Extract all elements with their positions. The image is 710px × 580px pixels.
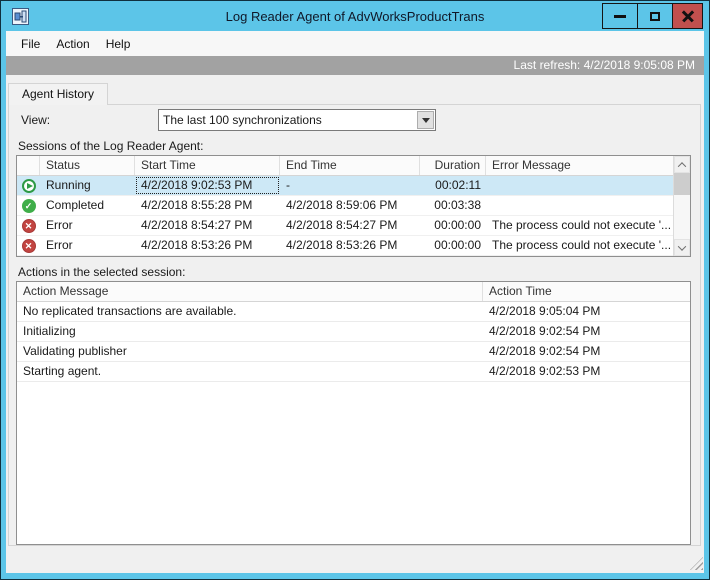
end-time-cell: 4/2/2018 8:53:26 PM xyxy=(286,238,398,252)
actions-header: Action Message Action Time xyxy=(17,282,690,302)
column-header-end-time[interactable]: End Time xyxy=(280,156,420,175)
status-icon-cell: ✕ xyxy=(17,216,40,235)
action-time-cell: 4/2/2018 9:02:53 PM xyxy=(489,364,601,378)
menu-file[interactable]: File xyxy=(13,33,48,55)
action-message-cell: No replicated transactions are available… xyxy=(23,304,237,318)
tab-agent-history[interactable]: Agent History xyxy=(8,83,109,105)
last-refresh-bar: Last refresh: 4/2/2018 9:05:08 PM xyxy=(6,56,704,75)
duration-cell: 00:00:00 xyxy=(434,218,481,232)
menu-bar: File Action Help xyxy=(6,31,704,56)
view-row: View: The last 100 synchronizations xyxy=(16,109,691,131)
action-row[interactable]: No replicated transactions are available… xyxy=(17,302,690,322)
session-row[interactable]: ✓ Completed 4/2/2018 8:55:28 PM 4/2/2018 8:… xyxy=(17,196,673,216)
agent-history-panel: View: The last 100 synchronizations Sess… xyxy=(8,104,701,546)
start-time-cell: 4/2/2018 9:02:53 PM xyxy=(135,176,280,195)
title-bar[interactable]: Log Reader Agent of AdvWorksProductTrans xyxy=(1,1,709,31)
error-status-icon: ✕ xyxy=(21,238,36,253)
completed-status-icon: ✓ xyxy=(21,198,36,213)
combobox-dropdown-button[interactable] xyxy=(417,111,434,129)
menu-help[interactable]: Help xyxy=(98,33,139,55)
actions-table-main: Action Message Action Time No replicated… xyxy=(17,282,690,544)
resize-grip-icon[interactable] xyxy=(690,557,703,570)
start-time-cell: 4/2/2018 8:54:27 PM xyxy=(141,218,253,232)
action-row[interactable]: Starting agent. 4/2/2018 9:02:53 PM xyxy=(17,362,690,382)
action-message-cell: Initializing xyxy=(23,324,76,338)
view-combobox-value: The last 100 synchronizations xyxy=(163,113,322,127)
sessions-header: Status Start Time End Time Duration Erro… xyxy=(17,156,673,176)
column-header-error-message[interactable]: Error Message xyxy=(486,156,673,175)
action-time-cell: 4/2/2018 9:02:54 PM xyxy=(489,324,601,338)
running-status-icon xyxy=(21,178,36,193)
sessions-label: Sessions of the Log Reader Agent: xyxy=(18,139,204,153)
action-time-cell: 4/2/2018 9:05:04 PM xyxy=(489,304,601,318)
action-message-cell: Starting agent. xyxy=(23,364,102,378)
end-time-cell: 4/2/2018 8:54:27 PM xyxy=(286,218,398,232)
status-cell: Running xyxy=(46,178,91,192)
error-message-cell: The process could not execute '... xyxy=(492,218,672,232)
chevron-down-icon xyxy=(421,117,430,123)
column-header-duration[interactable]: Duration xyxy=(420,156,486,175)
status-cell: Error xyxy=(46,238,73,252)
status-icon-cell: ✕ xyxy=(17,236,40,255)
maximize-icon xyxy=(650,11,660,21)
status-icon-cell: ✓ xyxy=(17,196,40,215)
end-time-cell: - xyxy=(286,178,290,192)
close-icon xyxy=(682,10,694,22)
action-row[interactable]: Validating publisher 4/2/2018 9:02:54 PM xyxy=(17,342,690,362)
menu-action[interactable]: Action xyxy=(48,33,97,55)
log-reader-agent-window: Log Reader Agent of AdvWorksProductTrans… xyxy=(0,0,710,580)
view-combobox[interactable]: The last 100 synchronizations xyxy=(158,109,436,131)
actions-rows: No replicated transactions are available… xyxy=(17,302,690,382)
end-time-cell: 4/2/2018 8:59:06 PM xyxy=(286,198,398,212)
duration-cell: 00:00:00 xyxy=(434,238,481,252)
sessions-rows: Running 4/2/2018 9:02:53 PM - 00:02:11 ✓ Comp… xyxy=(17,176,673,256)
status-cell: Error xyxy=(46,218,73,232)
scroll-up-button[interactable] xyxy=(674,156,690,173)
action-time-cell: 4/2/2018 9:02:54 PM xyxy=(489,344,601,358)
actions-label: Actions in the selected session: xyxy=(18,265,186,279)
sessions-table-main: Status Start Time End Time Duration Erro… xyxy=(17,156,673,256)
view-label: View: xyxy=(21,113,51,127)
window-controls xyxy=(602,3,703,29)
sessions-table: Status Start Time End Time Duration Erro… xyxy=(16,155,691,257)
maximize-button[interactable] xyxy=(637,3,673,29)
column-header-icon[interactable] xyxy=(17,156,40,175)
tab-strip: Agent History xyxy=(8,82,704,105)
actions-table: Action Message Action Time No replicated… xyxy=(16,281,691,545)
window-icon xyxy=(12,7,29,25)
status-cell: Completed xyxy=(46,198,105,212)
client-area: File Action Help Last refresh: 4/2/2018 … xyxy=(6,31,704,573)
scrollbar-thumb[interactable] xyxy=(674,173,690,195)
scrollbar-track[interactable] xyxy=(674,195,690,239)
column-header-status[interactable]: Status xyxy=(40,156,135,175)
scroll-down-button[interactable] xyxy=(674,239,690,256)
error-message-cell: The process could not execute '... xyxy=(492,238,672,252)
chevron-down-icon xyxy=(677,241,687,251)
duration-cell: 00:03:38 xyxy=(434,198,481,212)
action-row[interactable]: Initializing 4/2/2018 9:02:54 PM xyxy=(17,322,690,342)
status-icon-cell xyxy=(17,176,40,195)
minimize-icon xyxy=(614,14,626,18)
column-header-action-time[interactable]: Action Time xyxy=(483,282,690,301)
close-button[interactable] xyxy=(672,3,703,29)
minimize-button[interactable] xyxy=(602,3,638,29)
session-row[interactable]: ✕ Error 4/2/2018 8:53:26 PM 4/2/2018 8:53:2… xyxy=(17,236,673,256)
content-area: Agent History View: The last 100 synchro… xyxy=(6,75,704,573)
start-time-cell: 4/2/2018 8:53:26 PM xyxy=(141,238,253,252)
error-message-cell xyxy=(486,176,673,195)
error-message-cell xyxy=(486,196,673,215)
column-header-action-message[interactable]: Action Message xyxy=(17,282,483,301)
status-bar xyxy=(6,546,704,573)
session-row[interactable]: ✕ Error 4/2/2018 8:54:27 PM 4/2/2018 8:54:2… xyxy=(17,216,673,236)
start-time-cell: 4/2/2018 8:55:28 PM xyxy=(141,198,253,212)
duration-cell: 00:02:11 xyxy=(435,178,481,192)
sessions-scrollbar[interactable] xyxy=(673,156,690,256)
error-status-icon: ✕ xyxy=(21,218,36,233)
column-header-start-time[interactable]: Start Time xyxy=(135,156,280,175)
session-row[interactable]: Running 4/2/2018 9:02:53 PM - 00:02:11 xyxy=(17,176,673,196)
chevron-up-icon xyxy=(677,161,687,171)
action-message-cell: Validating publisher xyxy=(23,344,127,358)
